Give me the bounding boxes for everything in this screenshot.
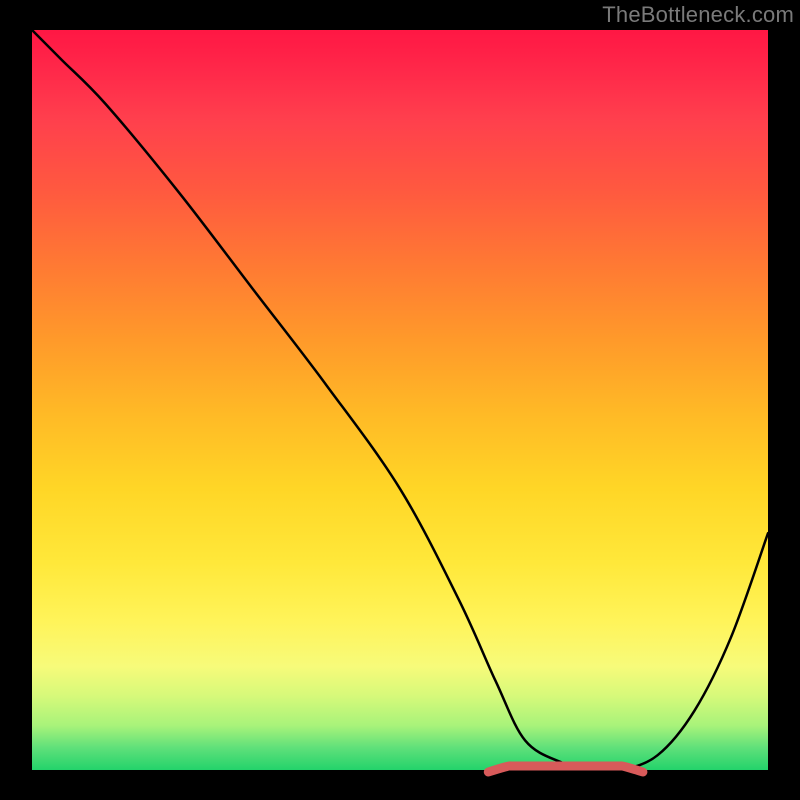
chart-svg xyxy=(0,0,800,800)
chart-frame: TheBottleneck.com xyxy=(0,0,800,800)
watermark-text: TheBottleneck.com xyxy=(602,2,794,28)
bottleneck-curve xyxy=(32,30,768,771)
